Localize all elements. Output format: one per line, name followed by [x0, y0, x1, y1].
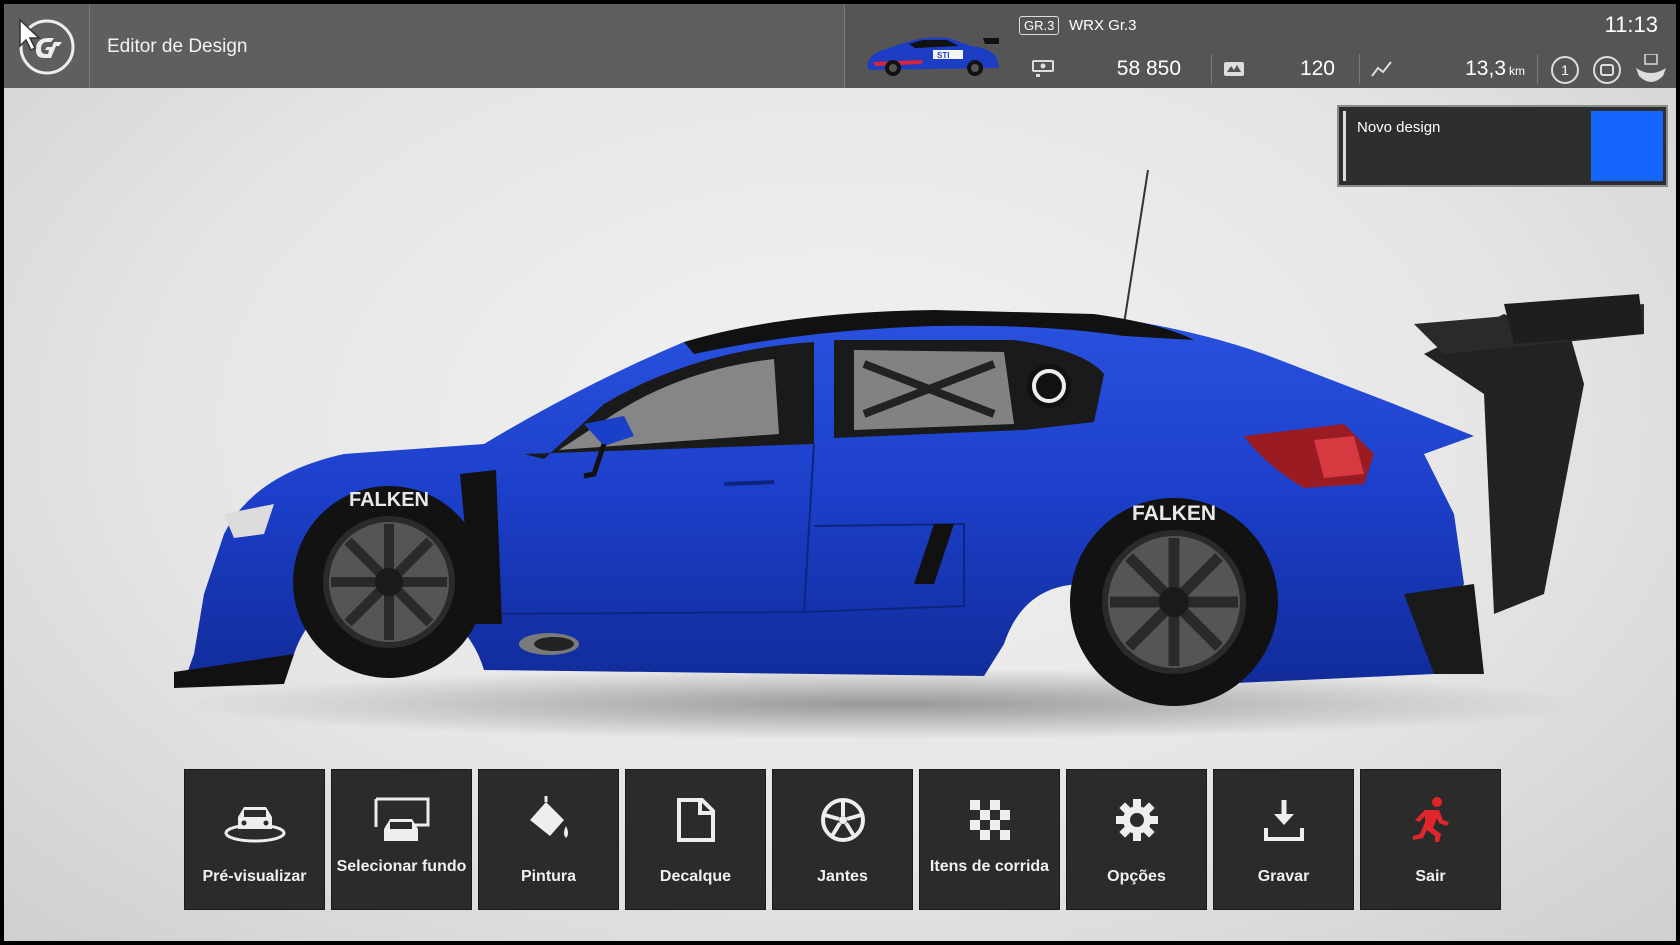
level-icon	[1224, 62, 1244, 76]
save-label: Gravar	[1257, 868, 1310, 885]
manufacturer-emblem-icon[interactable]	[1633, 54, 1669, 88]
status-panel: STI GR.3 WRX Gr.3 11:13 58 850 120 13,3 …	[844, 4, 1676, 88]
gt-home-button[interactable]	[4, 4, 90, 88]
garage-icon[interactable]	[1591, 54, 1623, 86]
car-name: WRX Gr.3	[1069, 17, 1137, 34]
editor-menu: Pré-visualizar Selecionar fundo Pintura …	[184, 769, 1501, 910]
download-icon	[1263, 800, 1304, 841]
racing-items-label: Itens de corrida	[929, 858, 1050, 875]
design-editor-screen: Editor de Design STI GR.3 WRX Gr.3 11:13…	[4, 4, 1676, 941]
wheel-icon	[820, 798, 865, 842]
design-name: Novo design	[1357, 119, 1441, 136]
car-grade-badge: GR.3	[1019, 16, 1060, 35]
preview-button[interactable]: Pré-visualizar	[184, 769, 325, 910]
credits-icon	[1032, 60, 1054, 77]
paint-bucket-icon	[529, 796, 568, 838]
preview-label: Pré-visualizar	[202, 868, 307, 885]
gear-icon	[1115, 799, 1158, 841]
paint-button[interactable]: Pintura	[478, 769, 619, 910]
rear-tire-brand: FALKEN	[1132, 502, 1216, 525]
distance-value: 13,3 km	[1415, 57, 1525, 81]
car-thumbnail: STI	[867, 37, 999, 76]
decal-page-icon	[676, 798, 715, 842]
svg-text:STI: STI	[937, 51, 949, 60]
exit-button[interactable]: Sair	[1360, 769, 1501, 910]
distance-unit: km	[1509, 64, 1525, 78]
exit-label: Sair	[1415, 868, 1446, 885]
notification-count: 1	[1561, 62, 1569, 78]
car-model: FALKEN FALKEN	[174, 169, 1644, 740]
distance-number: 13,3	[1465, 57, 1506, 80]
front-tire-brand: FALKEN	[349, 489, 429, 511]
select-background-button[interactable]: Selecionar fundo	[331, 769, 472, 910]
page-title: Editor de Design	[107, 36, 248, 57]
checkered-flag-icon	[969, 800, 1010, 840]
rear-wheel: FALKEN	[1070, 498, 1278, 706]
credits-value: 58 850	[1116, 57, 1181, 80]
clock: 11:13	[1604, 12, 1658, 37]
pointer-cursor-icon	[19, 18, 41, 52]
front-wheel: FALKEN	[293, 486, 485, 678]
wheels-button[interactable]: Jantes	[772, 769, 913, 910]
notification-count-icon[interactable]: 1	[1549, 54, 1581, 86]
select-background-label: Selecionar fundo	[336, 858, 467, 875]
options-button[interactable]: Opções	[1066, 769, 1207, 910]
exit-runner-icon	[1412, 797, 1449, 842]
background-select-icon	[374, 797, 429, 841]
distance-graph-icon	[1371, 61, 1392, 77]
racing-items-button[interactable]: Itens de corrida	[919, 769, 1060, 910]
save-button[interactable]: Gravar	[1213, 769, 1354, 910]
level-value: 120	[1299, 57, 1335, 80]
wheels-label: Jantes	[817, 868, 868, 885]
paint-label: Pintura	[520, 868, 577, 885]
car-preview-icon	[224, 807, 285, 843]
top-bar: Editor de Design STI GR.3 WRX Gr.3 11:13…	[4, 4, 1676, 88]
decal-button[interactable]: Decalque	[625, 769, 766, 910]
decal-label: Decalque	[659, 868, 732, 885]
options-label: Opções	[1107, 868, 1166, 885]
